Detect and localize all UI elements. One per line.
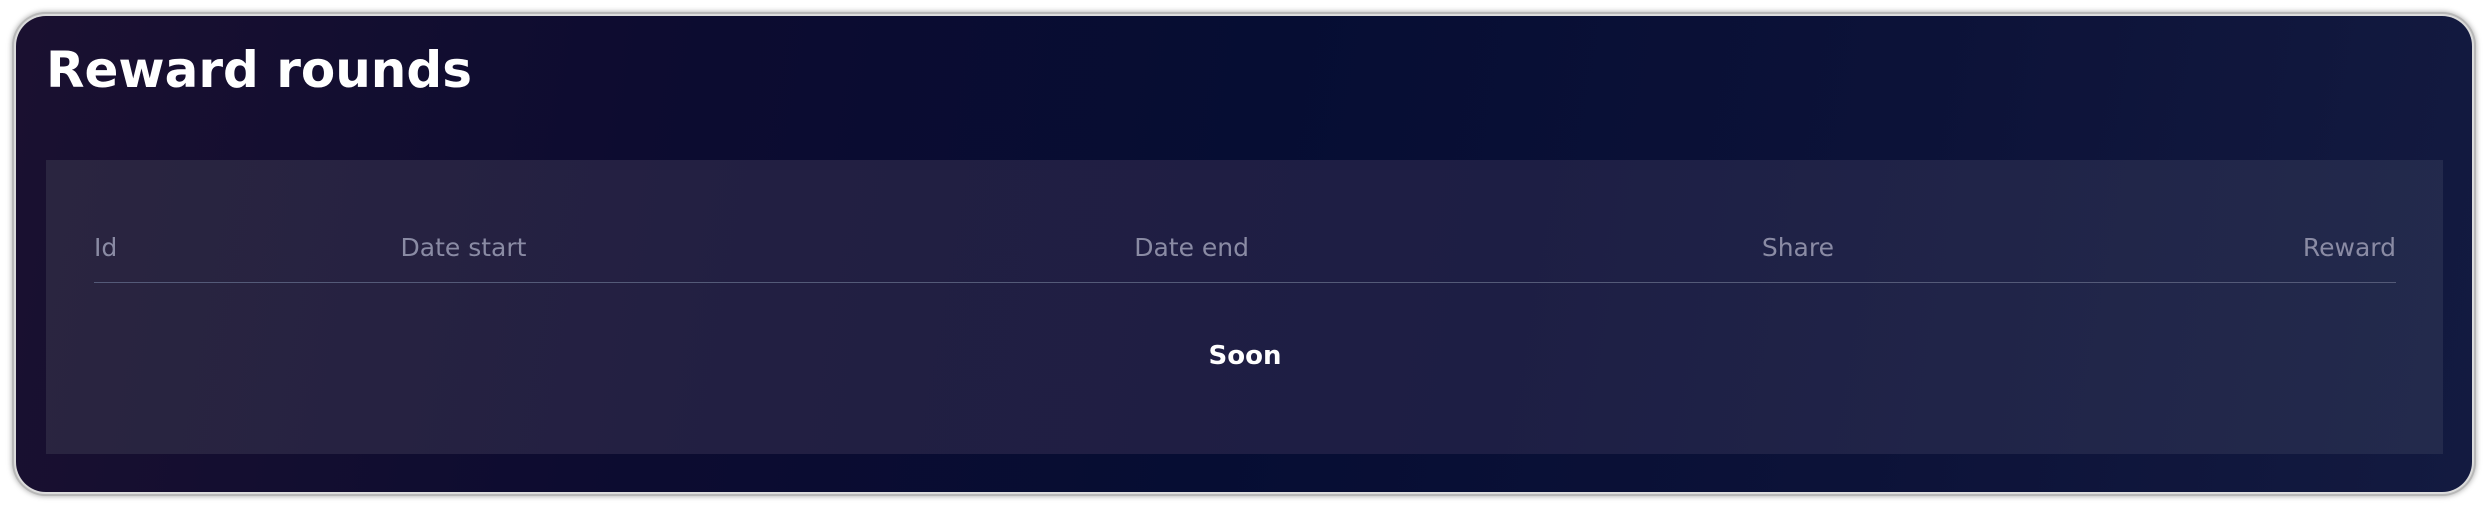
column-header-share[interactable]: Share	[94, 228, 1834, 268]
reward-rounds-panel: Reward rounds Id Date start Date end Sha…	[16, 16, 2472, 492]
reward-rounds-table: Id Date start Date end Share Reward Soon	[46, 160, 2443, 454]
table-empty-message: Soon	[1208, 341, 1282, 371]
panel-title: Reward rounds	[46, 41, 472, 99]
table-header: Id Date start Date end Share Reward	[94, 228, 2396, 283]
column-header-reward[interactable]: Reward	[2303, 228, 2396, 268]
